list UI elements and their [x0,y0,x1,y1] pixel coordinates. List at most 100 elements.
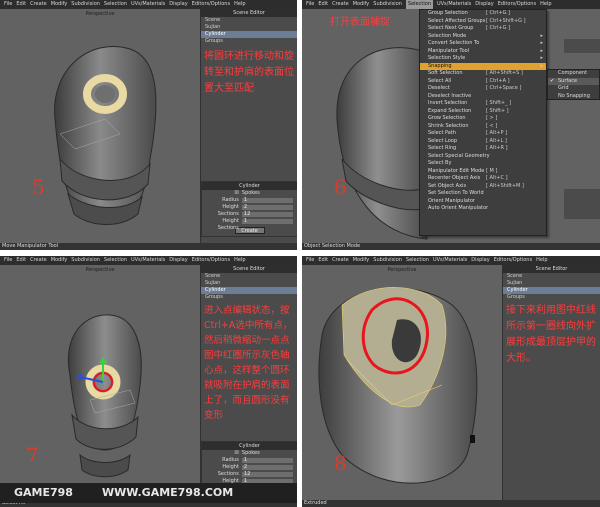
menu-uvs[interactable]: UVs/Materials [437,0,471,9]
selection-menu-item[interactable]: Select All[ Ctrl+A ] [420,78,546,86]
tree-item-scene[interactable]: Scene [201,273,297,280]
menu-subdivision[interactable]: Subdivision [71,256,100,265]
menu-uvs[interactable]: UVs/Materials [433,256,467,265]
spokes-checkbox[interactable]: ☒ [202,190,242,197]
menu-selection[interactable]: Selection [104,256,127,265]
menu-modify[interactable]: Modify [51,0,68,9]
selection-menu-item[interactable]: Select Ring[ Alt+R ] [420,145,546,153]
menu-file[interactable]: File [306,256,314,265]
selection-menu-item[interactable]: Grow Selection[ > ] [420,115,546,123]
menu-editors[interactable]: Editors/Options [192,0,230,9]
selection-menu-item[interactable]: Select Path[ Alt+P ] [420,130,546,138]
snap-component[interactable]: Component [548,70,599,78]
tree-item-cylinder[interactable]: Cylinder [201,31,297,38]
snap-none[interactable]: No Snapping [548,93,599,101]
tree-item-scene[interactable]: Scene [503,273,600,280]
menu-file[interactable]: File [306,0,314,9]
selection-menu-item[interactable]: Set Object Axis[ Alt+Shift+M ] [420,183,546,191]
tree-item-groups[interactable]: Groups [201,38,297,45]
menu-create[interactable]: Create [30,0,47,9]
menu-modify[interactable]: Modify [353,0,370,9]
tree-item-cylinder[interactable]: Cylinder [201,287,297,294]
height-field[interactable]: 2 [241,465,293,470]
menu-uvs[interactable]: UVs/Materials [131,0,165,9]
menu-file[interactable]: File [4,256,12,265]
menu-modify[interactable]: Modify [353,256,370,265]
menu-editors[interactable]: Editors/Options [498,0,536,9]
tree-item-groups[interactable]: Groups [201,294,297,301]
status-bar: Move Manipulator Tool [0,243,297,250]
menu-edit[interactable]: Edit [16,256,26,265]
tree-item-groups[interactable]: Groups [503,294,600,301]
selection-menu-item[interactable]: Selection Mode ▸ [420,33,546,41]
selection-menu-item[interactable]: Select Special Geometry [420,153,546,161]
selection-menu-item[interactable]: Deselect[ Ctrl+Space ] [420,85,546,93]
selection-menu-item[interactable]: Recenter Object Axis[ Alt+C ] [420,175,546,183]
sections-field[interactable]: 12 [241,212,293,217]
menu-subdivision[interactable]: Subdivision [71,0,100,9]
tree-item-scene[interactable]: Scene [201,17,297,24]
selection-menu-item[interactable]: Select By [420,160,546,168]
snap-grid[interactable]: Grid [548,85,599,93]
selection-menu-item[interactable]: Snapping ▸ [420,62,546,70]
menu-uvs[interactable]: UVs/Materials [131,256,165,265]
menu-display[interactable]: Display [475,0,493,9]
menu-edit[interactable]: Edit [318,256,328,265]
viewport[interactable]: Perspective 5 [0,9,200,243]
selection-menu-item[interactable]: Manipulator Edit Mode[ M ] [420,168,546,176]
menu-display[interactable]: Display [169,256,187,265]
selection-menu-item[interactable]: Expand Selection[ Shift+ ] [420,108,546,116]
cylinder-panel: Cylinder ☒ Spokes Radius 1 Height 2 Section… [201,181,297,237]
menu-modify[interactable]: Modify [51,256,68,265]
menu-create[interactable]: Create [332,256,349,265]
menu-subdivision[interactable]: Subdivision [373,256,402,265]
selection-menu-item[interactable]: Set Selection To World [420,190,546,198]
spokes-label: Spokes [241,190,260,196]
tree-item-sujian[interactable]: Sujian [201,24,297,31]
snap-surface[interactable]: ✔ Surface [548,77,599,85]
menu-subdivision[interactable]: Subdivision [373,0,402,9]
menu-create[interactable]: Create [332,0,349,9]
spokes-checkbox[interactable]: ☒ [202,450,242,457]
menu-help[interactable]: Help [540,0,551,9]
sections-field[interactable]: 12 [241,472,293,477]
menu-create[interactable]: Create [30,256,47,265]
radius-field[interactable]: 1 [241,458,293,463]
viewport[interactable]: Perspective 8 [302,265,502,500]
selection-menu-item[interactable]: Soft Selection[ Alt+Shift+S ] [420,70,546,78]
selection-menu-item[interactable]: Convert Selection To ▸ [420,40,546,48]
selection-menu-item[interactable]: Select Loop[ Alt+L ] [420,138,546,146]
menu-edit[interactable]: Edit [318,0,328,9]
height-field[interactable]: 2 [241,205,293,210]
menu-selection[interactable]: Selection [104,0,127,9]
selection-menu-item[interactable]: Manipulator Tool ▸ [420,48,546,56]
menu-file[interactable]: File [4,0,12,9]
create-button[interactable]: Create [234,227,265,234]
selection-menu-item[interactable]: Shrink Selection[ < ] [420,123,546,131]
tree-item-sujian[interactable]: Sujian [503,280,600,287]
menu-help[interactable]: Help [234,0,245,9]
menu-editors[interactable]: Editors/Options [192,256,230,265]
menu-edit[interactable]: Edit [16,0,26,9]
selection-menu-item[interactable]: Group Selection[ Ctrl+G ] [420,10,546,18]
menu-help[interactable]: Help [234,256,245,265]
menu-help[interactable]: Help [536,256,547,265]
tree-item-cylinder[interactable]: Cylinder [503,287,600,294]
menu-display[interactable]: Display [471,256,489,265]
menu-display[interactable]: Display [169,0,187,9]
menu-editors[interactable]: Editors/Options [494,256,532,265]
selection-menu-item[interactable]: Auto Orient Manipulator [420,205,546,213]
selection-menu-item[interactable]: Select Affected Groups[ Ctrl+Shift+G ] [420,18,546,26]
viewport[interactable]: Perspective 7 [0,265,200,500]
menu-selection[interactable]: Selection [406,256,429,265]
selection-menu-item[interactable]: Selection Style ▸ [420,55,546,63]
radius-field[interactable]: 1 [241,198,293,203]
height-sections-field[interactable]: 1 [241,219,293,224]
height-label: Height [222,464,239,470]
selection-menu-item[interactable]: Select Next Group[ Ctrl+G ] [420,25,546,33]
tree-item-sujian[interactable]: Sujian [201,280,297,287]
selection-menu-item[interactable]: Deselect Inactive [420,93,546,101]
menu-selection[interactable]: Selection [405,0,433,9]
selection-menu-item[interactable]: Invert Selection[ Shift+_ ] [420,100,546,108]
selection-menu-item[interactable]: Orient Manipulator [420,198,546,206]
